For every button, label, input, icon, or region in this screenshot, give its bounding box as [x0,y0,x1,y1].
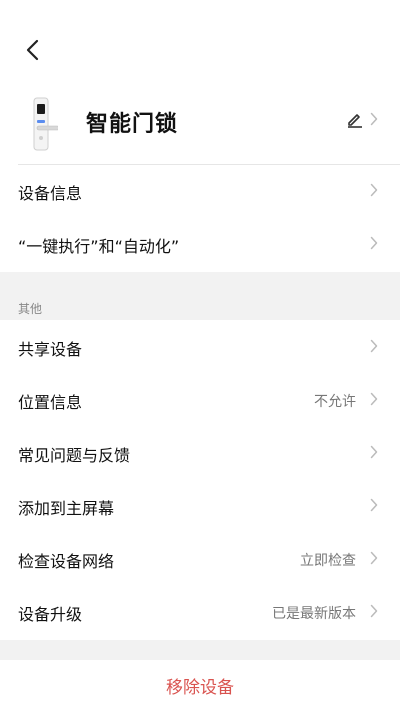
device-header: 智能门锁 [0,88,400,164]
row-add-to-home[interactable]: 添加到主屏幕 [0,480,400,533]
chevron-right-icon [370,498,378,512]
chevron-right-icon [370,445,378,459]
device-name: 智能门锁 [86,112,179,137]
section-title-other: 其他 [18,302,43,316]
row-label: 添加到主屏幕 [18,498,115,518]
remove-device-button[interactable]: 移除设备 [0,660,400,711]
row-one-tap-automation[interactable]: “一键执行”和“自动化” [0,218,400,271]
chevron-right-icon [370,183,378,197]
row-value: 已是最新版本 [272,605,356,622]
row-label: 设备信息 [18,183,83,203]
back-button[interactable] [18,36,46,64]
row-value: 不允许 [314,393,356,410]
row-check-network[interactable]: 检查设备网络 立即检查 [0,533,400,586]
row-share-device[interactable]: 共享设备 [0,321,400,374]
pencil-icon [348,114,362,128]
section-band [0,272,400,320]
row-device-upgrade[interactable]: 设备升级 已是最新版本 [0,586,400,639]
row-label: 共享设备 [18,339,83,359]
top-bar [0,0,400,100]
chevron-left-icon [26,39,39,61]
row-label: 常见问题与反馈 [18,445,131,465]
chevron-right-icon [370,551,378,565]
chevron-right-icon [370,112,378,126]
edit-name-button[interactable] [346,110,378,128]
chevron-right-icon [370,392,378,406]
row-label: 位置信息 [18,392,83,412]
row-label: 检查设备网络 [18,551,115,571]
row-location-info[interactable]: 位置信息 不允许 [0,374,400,427]
row-faq-feedback[interactable]: 常见问题与反馈 [0,427,400,480]
row-label: “一键执行”和“自动化” [18,236,180,256]
footer-band [0,640,400,660]
row-value: 立即检查 [300,552,356,569]
chevron-right-icon [370,236,378,250]
chevron-right-icon [370,604,378,618]
chevron-right-icon [370,339,378,353]
row-label: 设备升级 [18,604,83,624]
door-lock-image [28,94,60,154]
row-device-info[interactable]: 设备信息 [0,165,400,218]
